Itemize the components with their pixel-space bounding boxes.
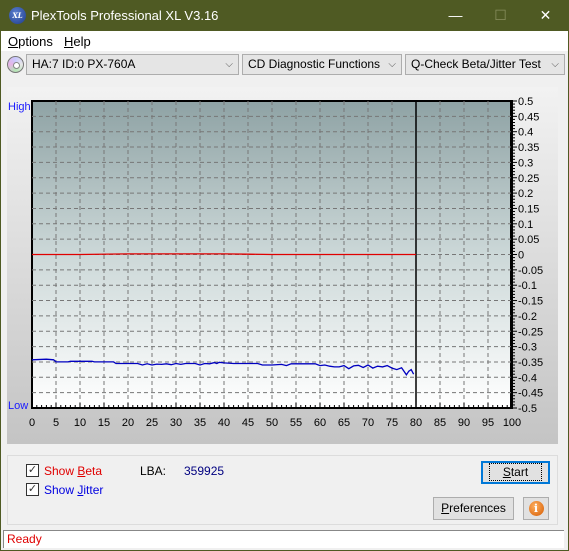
start-text: tart (510, 465, 529, 479)
series-line-beta (32, 253, 416, 256)
y-tick-label: -0.05 (518, 265, 543, 277)
status-bar: Ready (3, 530, 564, 548)
start-button[interactable]: Start (481, 461, 550, 484)
check-icon: ✓ (27, 464, 38, 476)
x-tick-label: 25 (146, 417, 158, 429)
y-tick-label: -0.5 (518, 403, 537, 415)
x-tick-label: 5 (53, 417, 59, 429)
x-tick-label: 50 (266, 417, 278, 429)
start-accel: S (502, 465, 511, 479)
start-button-label: Start (488, 463, 543, 481)
y-tick-label: 0.05 (518, 234, 539, 246)
y-tick-label: 0.5 (518, 96, 533, 108)
x-tick-label: 45 (242, 417, 254, 429)
y-tick-label: 0.1 (518, 219, 533, 231)
x-tick-label: 90 (458, 417, 470, 429)
check-icon: ✓ (27, 483, 38, 495)
y-tick-label: -0.1 (518, 280, 537, 292)
status-text: Ready (7, 532, 42, 546)
show-jitter-checkbox[interactable]: ✓ (26, 483, 39, 496)
x-tick-label: 15 (98, 417, 110, 429)
show-beta-checkbox[interactable]: ✓ (26, 464, 39, 477)
x-tick-label: 40 (218, 417, 230, 429)
preferences-button[interactable]: Preferences (433, 497, 514, 520)
y-tick-label: 0.2 (518, 188, 533, 200)
y-tick-label: -0.4 (518, 372, 537, 384)
show-beta-text-rest: eta (85, 464, 103, 478)
x-tick-label: 85 (434, 417, 446, 429)
info-button[interactable]: i (523, 497, 549, 520)
x-tick-label: 55 (290, 417, 302, 429)
x-tick-label: 10 (74, 417, 86, 429)
lba-label: LBA: (140, 464, 167, 478)
lba-value: 359925 (184, 464, 225, 478)
x-tick-label: 95 (482, 417, 494, 429)
x-tick-label: 20 (122, 417, 134, 429)
y-tick-label: -0.45 (518, 388, 543, 400)
x-tick-label: 60 (314, 417, 326, 429)
x-tick-label: 65 (338, 417, 350, 429)
y-tick-label: 0.4 (518, 127, 533, 139)
y-tick-label: -0.3 (518, 342, 537, 354)
x-tick-label: 30 (170, 417, 182, 429)
y-tick-label: -0.25 (518, 326, 543, 338)
show-jitter-label[interactable]: Show Jitter (44, 483, 103, 497)
info-icon: i (528, 501, 544, 516)
y-tick-label: -0.35 (518, 357, 543, 369)
y-tick-label: 0 (518, 250, 524, 262)
y-tick-label: 0.45 (518, 111, 539, 123)
y-tick-label: 0.15 (518, 203, 539, 215)
show-beta-label[interactable]: Show Beta (44, 464, 102, 478)
show-jitter-text-rest: itter (83, 483, 104, 497)
y-tick-label: 0.25 (518, 173, 539, 185)
x-tick-label: 70 (362, 417, 374, 429)
y-tick-label: 0.3 (518, 157, 533, 169)
y-tick-label: -0.2 (518, 311, 537, 323)
x-tick-label: 35 (194, 417, 206, 429)
preferences-accel: P (441, 501, 450, 515)
preferences-text: references (449, 501, 506, 515)
show-jitter-text: Show (44, 483, 78, 497)
y-tick-label: 0.35 (518, 142, 539, 154)
x-tick-label: 0 (29, 417, 35, 429)
x-tick-label: 75 (386, 417, 398, 429)
x-tick-label: 80 (410, 417, 422, 429)
x-tick-label: 100 (503, 417, 521, 429)
y-tick-label: -0.15 (518, 296, 543, 308)
show-beta-text: Show (44, 464, 78, 478)
